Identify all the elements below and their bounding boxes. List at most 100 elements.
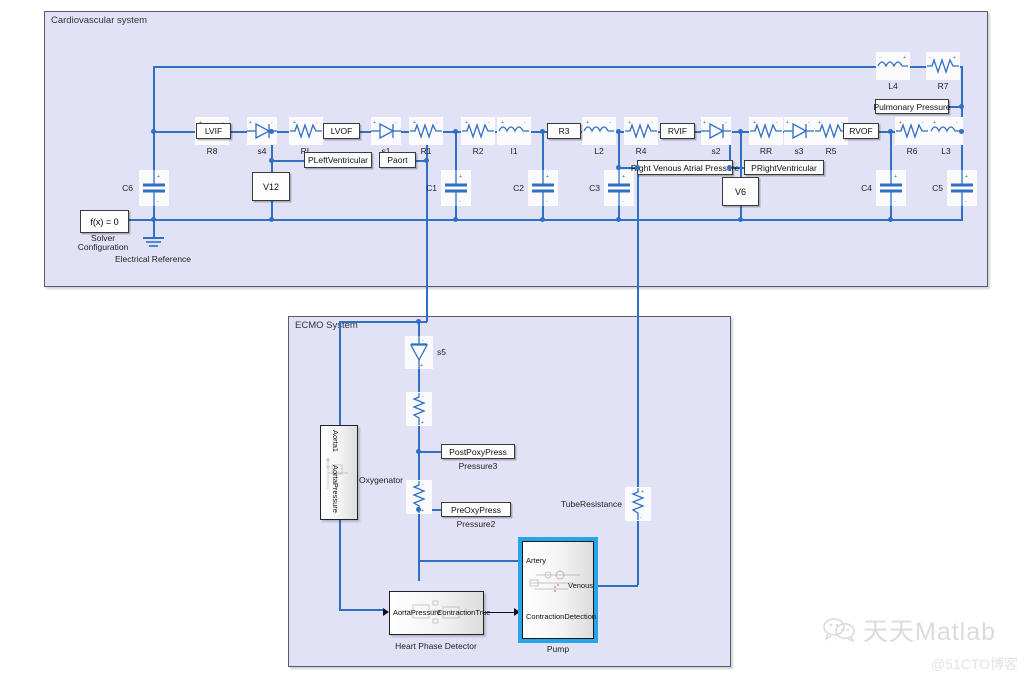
node-ecmo-top (416, 319, 421, 324)
solver-caption-line2: Configuration (77, 242, 129, 252)
svg-text:-: - (922, 120, 924, 126)
component-L3[interactable]: + - (929, 117, 963, 145)
wire-series-lvif-s4 (229, 131, 247, 133)
svg-text:+: + (459, 174, 462, 180)
svg-text:-: - (546, 199, 548, 205)
svg-text:+: + (953, 55, 956, 61)
block-Paort[interactable]: Paort (379, 152, 416, 168)
component-L2[interactable]: + - (582, 117, 616, 145)
wire-v6-upper (740, 131, 742, 177)
svg-text:-: - (488, 120, 490, 126)
svg-text:+: + (818, 120, 821, 126)
component-R4-label: R4 (635, 146, 647, 156)
pump-contraction-arrow (514, 608, 520, 616)
svg-text:+: + (157, 174, 160, 180)
component-R1[interactable]: + - (409, 117, 443, 145)
svg-text:-: - (776, 120, 778, 126)
svg-text:+: + (586, 120, 589, 126)
component-C4[interactable]: + - (876, 170, 906, 206)
component-RL[interactable]: + - (289, 117, 323, 145)
svg-text:+: + (641, 489, 644, 495)
svg-text:+: + (786, 120, 789, 126)
block-PulmonaryPressure[interactable]: Pulmonary Pressure (874, 99, 951, 114)
block-RightVenousAtrialPressure[interactable]: Right Venous Atrial Pressure (631, 160, 739, 175)
node-preoxy-tap (416, 507, 421, 512)
aorta-port-label: Aorta1 (331, 430, 340, 453)
wire-tap-postpoxy (418, 451, 441, 453)
svg-text:+: + (501, 120, 504, 126)
svg-text:+: + (894, 174, 897, 180)
component-C2-label: C2 (513, 183, 524, 193)
solver-configuration-block[interactable]: f(x) = 0 (80, 210, 129, 233)
svg-text:+: + (293, 120, 296, 126)
component-s2[interactable]: + - (701, 117, 731, 145)
hpd-input-port-label: AortaPressure (393, 608, 441, 617)
block-PLeftVentricular[interactable]: PLeftVentricular (304, 152, 372, 168)
block-V12[interactable]: V12 (252, 172, 290, 201)
component-ecmo-resistor-upper[interactable]: - + (406, 392, 432, 426)
electrical-reference-icon[interactable] (142, 236, 165, 250)
component-s3[interactable]: + - (784, 117, 814, 145)
svg-text:+: + (933, 120, 936, 126)
block-PreOxyPress-caption: Pressure2 (456, 519, 496, 529)
component-R7[interactable]: - + (926, 52, 960, 80)
watermark-brand: 天天Matlab (863, 618, 997, 646)
block-PreOxyPress[interactable]: PreOxyPress (441, 502, 511, 517)
component-C2[interactable]: + - (528, 170, 558, 206)
diagram-canvas: Cardiovascular system ECMO System R8 + -… (0, 0, 1029, 677)
component-R2-label: R2 (472, 146, 484, 156)
component-s1[interactable]: + - (371, 117, 401, 145)
svg-text:+: + (965, 174, 968, 180)
node-c3-ground (616, 217, 621, 222)
component-C3[interactable]: + - (604, 170, 634, 206)
block-LVOF[interactable]: LVOF (323, 123, 360, 139)
component-C6-label: C6 (122, 183, 133, 193)
component-RR[interactable]: + - (749, 117, 783, 145)
svg-text:-: - (271, 120, 273, 126)
svg-text:+: + (249, 120, 252, 126)
component-R8-label: R8 (206, 146, 218, 156)
component-C5[interactable]: + - (947, 170, 977, 206)
component-C4-label: C4 (861, 183, 872, 193)
node-v12-ground (269, 217, 274, 222)
svg-text:+: + (465, 120, 468, 126)
component-s5[interactable]: - + (405, 336, 433, 369)
block-RVIF[interactable]: RVIF (660, 123, 695, 139)
svg-text:+: + (903, 55, 906, 61)
node-c4-ground (888, 217, 893, 222)
component-TubeResistance[interactable]: + - (625, 487, 651, 521)
block-RVOF[interactable]: RVOF (843, 123, 879, 139)
block-PostPoxyPress[interactable]: PostPoxyPress (441, 444, 515, 459)
node-rvof-right (888, 129, 893, 134)
svg-text:+: + (703, 120, 706, 126)
component-I1[interactable]: + - (497, 117, 531, 145)
node-v6-ground (738, 217, 743, 222)
component-C1[interactable]: + - (441, 170, 471, 206)
node-paort (424, 158, 429, 163)
component-RR-label: RR (759, 146, 773, 156)
component-C6[interactable]: + - (139, 170, 169, 206)
wire-aorta-to-hpd (339, 609, 385, 611)
component-R4[interactable]: + - (624, 117, 658, 145)
block-LVIF[interactable]: LVIF (196, 123, 231, 139)
component-R2[interactable]: + - (461, 117, 495, 145)
wire-ecmo-col-4 (418, 512, 420, 581)
heart-phase-detector-caption: Heart Phase Detector (395, 641, 477, 651)
block-V6[interactable]: V6 (722, 177, 759, 206)
svg-text:-: - (622, 199, 624, 205)
component-L4[interactable]: - + (876, 52, 910, 80)
block-R3[interactable]: R3 (547, 123, 581, 139)
wechat-icon (823, 618, 855, 643)
svg-text:-: - (808, 120, 810, 126)
component-C1-label: C1 (426, 183, 437, 193)
component-R6[interactable]: + - (895, 117, 929, 145)
wire-rvap-to-ecmo (637, 167, 639, 585)
svg-text:-: - (436, 120, 438, 126)
wire-aorta-top-vertical (339, 321, 341, 431)
node-i1-right (540, 129, 545, 134)
node-pulmonary (959, 104, 964, 109)
svg-text:+: + (373, 120, 376, 126)
watermark: 天天Matlab @51CTO博客 (822, 612, 1018, 672)
wire-pump-venous-out (598, 585, 638, 587)
block-PRightVentricular[interactable]: PRightVentricular (744, 160, 824, 175)
